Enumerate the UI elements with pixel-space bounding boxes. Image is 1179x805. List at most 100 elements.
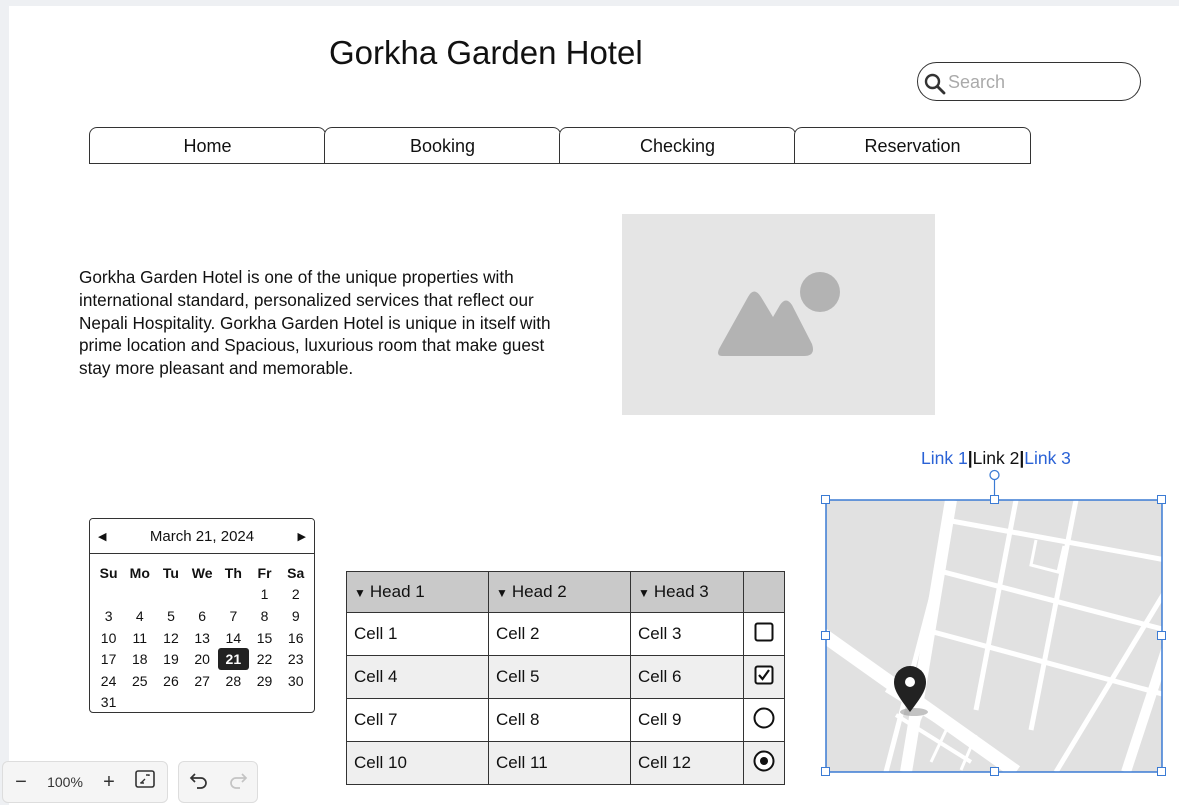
calendar-day[interactable]: 21 [217,648,249,670]
calendar-day[interactable]: 28 [218,670,249,692]
calendar-empty-cell [280,692,311,712]
weekday-label: Fr [257,564,272,581]
checkbox-checked-icon [754,665,774,684]
search-input[interactable] [948,69,1128,95]
link-1[interactable]: Link 1 [921,448,968,468]
radio-unselected[interactable] [743,698,785,742]
resize-handle[interactable] [990,767,999,776]
calendar-day[interactable]: 1 [249,584,280,606]
intro-paragraph: Gorkha Garden Hotel is one of the unique… [79,267,551,379]
weekday-label: Su [99,564,118,581]
resize-handle[interactable] [821,767,830,776]
calendar-day[interactable]: 14 [218,627,249,649]
map-widget[interactable] [811,499,1171,778]
resize-handle[interactable] [821,495,830,504]
link-2[interactable]: Link 2 [973,448,1020,468]
calendar-day[interactable]: 15 [249,627,280,649]
table-header-cell[interactable]: ▼ Head 3 [630,571,744,613]
redo-icon[interactable] [228,770,248,795]
calendar-empty-cell [155,692,186,712]
link-3[interactable]: Link 3 [1024,448,1071,468]
sort-caret-icon: ▼ [496,586,508,600]
fit-screen-icon[interactable] [127,770,163,794]
calendar-day[interactable]: 29 [249,670,280,692]
table-cell: Cell 7 [346,698,489,742]
checkbox-checked[interactable] [743,655,785,699]
zoom-level[interactable]: 100% [39,774,91,790]
data-table: ▼ Head 1 ▼ Head 2 ▼ Head 3 Cell 1 Cell 2 Ce… [346,571,785,785]
tab-label: Home [183,135,232,156]
table-cell: Cell 3 [630,612,744,656]
calendar-day[interactable]: 2 [280,584,311,606]
calendar-day[interactable]: 19 [155,648,186,670]
calendar-empty-cell [124,692,155,712]
resize-handle[interactable] [1157,767,1166,776]
calendar-day[interactable]: 7 [218,605,249,627]
table-row: Cell 10 Cell 11 Cell 12 [346,741,785,785]
calendar-day[interactable]: 31 [93,692,124,712]
calendar-day[interactable]: 16 [280,627,311,649]
tab-booking[interactable]: Booking [324,127,561,164]
weekday-label: Th [224,564,242,581]
calendar-day[interactable]: 17 [93,648,124,670]
checkbox-unchecked[interactable] [743,612,785,656]
radio-selected-icon [753,750,775,771]
radio-selected[interactable] [743,741,785,785]
plus-icon[interactable]: + [91,771,127,794]
next-month-icon[interactable]: ▶ [298,530,306,543]
tab-checking[interactable]: Checking [559,127,796,164]
minus-icon[interactable]: − [3,771,39,794]
calendar-day[interactable]: 30 [280,670,311,692]
resize-handle[interactable] [1157,631,1166,640]
calendar-day[interactable]: 5 [155,605,186,627]
calendar-day[interactable]: 3 [93,605,124,627]
search-box[interactable] [917,62,1141,101]
calendar-day[interactable]: 25 [124,670,155,692]
resize-handle[interactable] [821,631,830,640]
weekday-label: We [191,564,213,581]
header-label: Head 1 [369,582,425,601]
tab-reservation[interactable]: Reservation [794,127,1031,164]
calendar-day[interactable]: 6 [187,605,218,627]
tab-home[interactable]: Home [89,127,326,164]
calendar-day[interactable]: 26 [155,670,186,692]
calendar-header: ◀ March 21, 2024 ▶ [90,519,314,554]
table-cell: Cell 12 [630,741,744,785]
calendar-day[interactable]: 8 [249,605,280,627]
calendar-day[interactable]: 18 [124,648,155,670]
calendar-day[interactable]: 13 [187,627,218,649]
calendar-day[interactable]: 12 [155,627,186,649]
history-toolbar [178,761,258,803]
calendar-day[interactable]: 4 [124,605,155,627]
undo-icon[interactable] [189,770,209,795]
calendar-day[interactable]: 23 [280,648,311,670]
image-icon [718,272,840,356]
map-image [811,499,1171,778]
table-cell: Cell 10 [346,741,489,785]
calendar-empty-cell [187,692,218,712]
table-cell: Cell 6 [630,655,744,699]
resize-handle[interactable] [990,495,999,504]
prev-month-icon[interactable]: ◀ [98,530,106,543]
calendar-day[interactable]: 9 [280,605,311,627]
calendar-day[interactable]: 24 [93,670,124,692]
date-picker[interactable]: ◀ March 21, 2024 ▶ Su Mo Tu We Th Fr Sa 1 2 3 4 5 6 7… [89,518,315,713]
table-cell: Cell 4 [346,655,489,699]
calendar-empty-cell [218,692,249,712]
calendar-day[interactable]: 22 [249,648,280,670]
table-header-cell[interactable]: ▼ Head 2 [488,571,631,613]
table-cell: Cell 9 [630,698,744,742]
table-row: Cell 1 Cell 2 Cell 3 [346,612,785,656]
weekday-label: Sa [287,564,305,581]
calendar-day[interactable]: 27 [187,670,218,692]
table-row: Cell 7 Cell 8 Cell 9 [346,698,785,742]
resize-handle[interactable] [1157,495,1166,504]
calendar-day[interactable]: 11 [124,627,155,649]
tabs-baseline [89,163,1031,165]
calendar-empty-cell [124,584,155,606]
calendar-day[interactable]: 10 [93,627,124,649]
calendar-empty-cell [187,584,218,606]
table-header-cell[interactable]: ▼ Head 1 [346,571,489,613]
checkbox-icon [754,622,774,641]
calendar-day[interactable]: 20 [187,648,218,670]
